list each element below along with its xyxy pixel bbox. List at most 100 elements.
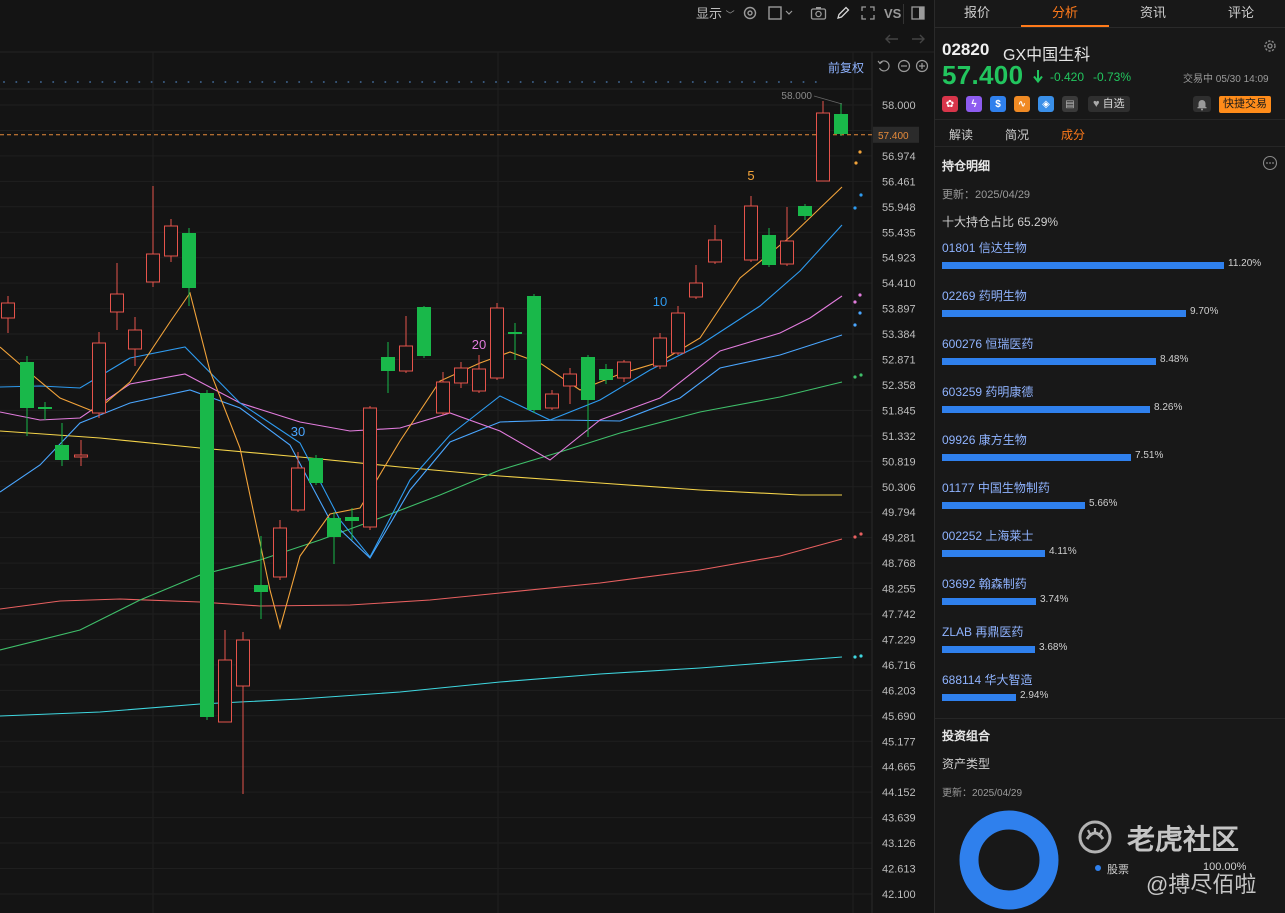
top10-ratio: 十大持仓占比 65.29% <box>942 215 1059 229</box>
redo-icon[interactable] <box>910 32 926 50</box>
holding-item[interactable]: 01801 信达生物 11.20% <box>942 239 1278 279</box>
hk-market-icon[interactable]: ✿ <box>942 96 958 112</box>
bell-icon[interactable] <box>1193 96 1211 112</box>
display-menu[interactable]: 显示 ﹀ <box>696 5 735 23</box>
candle-up <box>164 225 178 257</box>
legend-name: 股票 <box>1107 864 1129 876</box>
event-dot <box>495 81 497 83</box>
event-dot <box>347 81 350 83</box>
y-axis-label: 55.435 <box>882 227 916 239</box>
event-dot <box>335 81 338 83</box>
event-dot <box>27 81 30 83</box>
panel-toggle-icon[interactable] <box>910 5 926 23</box>
holding-bar <box>942 502 1085 509</box>
event-dot <box>249 81 251 83</box>
tab-analysis[interactable]: 分析 <box>1021 0 1109 27</box>
holding-item[interactable]: 002252 上海莱士 4.11% <box>942 527 1278 567</box>
y-axis-label: 43.639 <box>882 813 916 825</box>
holding-item[interactable]: 09926 康方生物 7.51% <box>942 431 1278 471</box>
event-dot <box>162 81 165 83</box>
event-dot <box>482 81 485 83</box>
zoom-out-icon[interactable] <box>896 58 912 74</box>
y-axis-label: 42.613 <box>882 864 916 876</box>
event-dot <box>396 81 399 83</box>
holding-percent: 3.68% <box>1039 642 1068 653</box>
y-axis-label: 49.794 <box>882 507 916 519</box>
gear-icon[interactable] <box>1262 38 1278 54</box>
reset-icon[interactable] <box>876 58 892 74</box>
holding-item[interactable]: 02269 药明生物 9.70% <box>942 287 1278 327</box>
subtab-constituents[interactable]: 成分 <box>1061 126 1085 143</box>
holding-name: 02269 药明生物 <box>942 289 1027 303</box>
candle-up <box>454 367 468 384</box>
price-adjust-toggle[interactable]: 前复权 <box>828 59 864 76</box>
tab-news[interactable]: 资讯 <box>1121 0 1185 27</box>
frame-toggle[interactable] <box>768 5 794 23</box>
trend-icon[interactable]: ∿ <box>1014 96 1030 112</box>
event-dot <box>76 81 79 83</box>
kline-chart[interactable]: 5 10 20 30 58.000 58.000 56.974 56.461 55.948 55.… <box>0 0 934 913</box>
settings-icon[interactable] <box>742 5 758 23</box>
holding-item[interactable]: 01177 中国生物制药 5.66% <box>942 479 1278 519</box>
quick-trade-button[interactable]: 快捷交易 <box>1219 96 1271 113</box>
document-icon[interactable]: ▤ <box>1062 96 1078 112</box>
holding-name: 603259 药明康德 <box>942 385 1034 399</box>
fullscreen-icon[interactable] <box>860 5 876 23</box>
holding-bar <box>942 646 1035 653</box>
holding-name: 01801 信达生物 <box>942 241 1027 255</box>
subtab-interpretation[interactable]: 解读 <box>949 126 973 143</box>
holding-name: 688114 华大智造 <box>942 673 1033 687</box>
camera-icon[interactable] <box>810 5 827 23</box>
tab-comments[interactable]: 评论 <box>1209 0 1273 27</box>
ma-end-dot <box>859 654 863 658</box>
event-dot <box>421 81 424 83</box>
candle-up <box>146 253 160 283</box>
holding-bar <box>942 598 1036 605</box>
event-dot <box>642 81 645 83</box>
event-dot <box>581 81 584 83</box>
undo-row <box>0 28 934 52</box>
ma-end-dot <box>853 535 857 539</box>
dollar-icon[interactable]: $ <box>990 96 1006 112</box>
holding-name: 03692 翰森制药 <box>942 577 1027 591</box>
holding-percent: 11.20% <box>1228 258 1262 269</box>
event-dot <box>777 81 780 83</box>
flash-icon[interactable]: ϟ <box>966 96 982 112</box>
tab-quote[interactable]: 报价 <box>945 0 1009 27</box>
subtab-profile[interactable]: 简况 <box>1005 126 1029 143</box>
holding-item[interactable]: 600276 恒瑞医药 8.48% <box>942 335 1278 375</box>
display-label: 显示 <box>696 6 723 21</box>
holding-item[interactable]: 603259 药明康德 8.26% <box>942 383 1278 423</box>
holding-name: 01177 中国生物制药 <box>942 481 1050 495</box>
event-dot <box>3 81 5 83</box>
event-dot <box>101 81 104 83</box>
candle-up <box>218 659 232 723</box>
event-dot <box>64 81 67 83</box>
tag-icon[interactable]: ◈ <box>1038 96 1054 112</box>
candle-down <box>762 235 776 265</box>
holding-item[interactable]: ZLAB 再鼎医药 3.68% <box>942 623 1278 663</box>
add-watchlist-button[interactable]: ♥ 自选 <box>1088 96 1130 112</box>
candle-up <box>490 307 504 379</box>
more-icon[interactable] <box>1262 155 1278 171</box>
holding-item[interactable]: 03692 翰森制药 3.74% <box>942 575 1278 615</box>
zoom-in-icon[interactable] <box>914 58 930 74</box>
y-axis-label: 45.177 <box>882 736 916 748</box>
holding-percent: 7.51% <box>1135 450 1164 461</box>
y-axis-label: 42.100 <box>882 889 916 901</box>
candle-down <box>182 233 196 288</box>
watchlist-label: 自选 <box>1102 98 1125 110</box>
y-axis-label: 44.152 <box>882 787 916 799</box>
candle-up <box>780 240 794 265</box>
candle-up <box>92 342 106 414</box>
holding-item[interactable]: 688114 华大智造 2.94% <box>942 671 1278 711</box>
event-dot <box>261 81 264 83</box>
chart-pane[interactable]: 5 10 20 30 58.000 58.000 56.974 56.461 55.948 55.… <box>0 0 934 913</box>
compare-button[interactable]: VS <box>884 5 901 23</box>
candle-up <box>545 393 559 409</box>
event-dot <box>150 81 153 83</box>
undo-icon[interactable] <box>884 32 900 50</box>
candle-up <box>236 639 250 687</box>
event-dot <box>212 81 215 83</box>
pen-icon[interactable] <box>835 5 851 23</box>
